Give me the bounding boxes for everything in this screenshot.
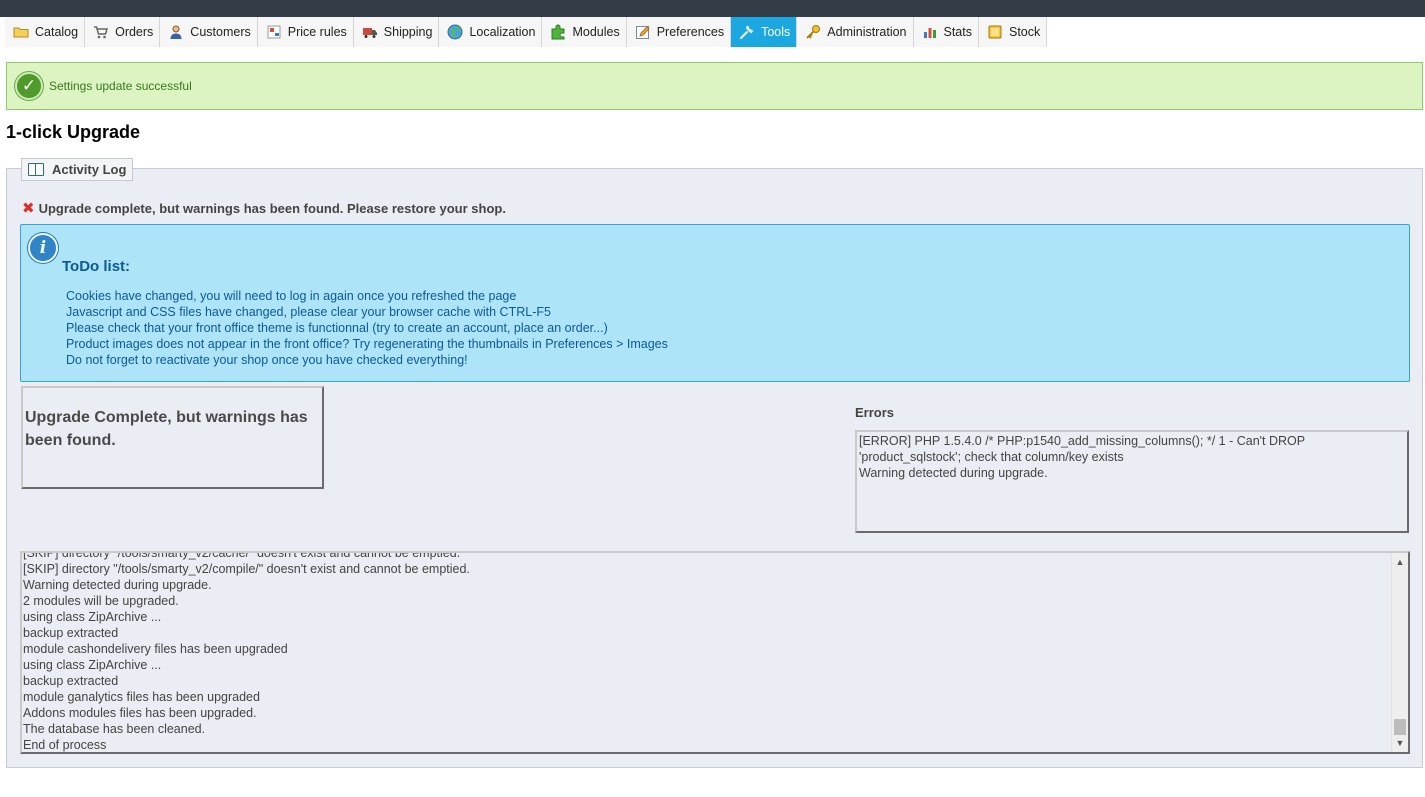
log-scrollbar[interactable]: ▲ ▼ — [1391, 553, 1408, 752]
tab-catalog[interactable]: Catalog — [5, 17, 86, 47]
upgrade-complete-box: Upgrade Complete, but warnings has been … — [21, 386, 324, 489]
tab-label: Catalog — [35, 25, 79, 39]
truck-icon — [362, 24, 378, 40]
tab-stock[interactable]: Stock — [979, 17, 1048, 47]
tab-label: Customers — [190, 25, 251, 39]
errors-box[interactable]: [ERROR] PHP 1.5.4.0 /* PHP:p1540_add_mis… — [855, 430, 1409, 533]
todo-list: Cookies have changed, you will need to l… — [66, 288, 668, 368]
tab-label: Localization — [469, 25, 536, 39]
upgrade-status: ✖ Upgrade complete, but warnings has bee… — [22, 201, 506, 216]
log-line: The database has been cleaned. — [23, 722, 206, 736]
tab-shipping[interactable]: Shipping — [353, 17, 440, 47]
folder-icon — [13, 24, 29, 40]
log-line: [SKIP] directory "/tools/smarty_v2/compi… — [23, 562, 470, 576]
todo-item: Please check that your front office them… — [66, 321, 608, 335]
log-line: backup extracted — [23, 626, 119, 640]
activity-log-legend: Activity Log — [21, 158, 134, 181]
log-lines: [SKIP] directory "/tools/smarty_v2/cache… — [23, 551, 470, 752]
user-icon — [168, 24, 184, 40]
cart-icon — [93, 24, 109, 40]
bar-chart-icon — [922, 24, 938, 40]
upgrade-status-text: Upgrade complete, but warnings has been … — [38, 201, 506, 216]
legend-label: Activity Log — [52, 162, 127, 177]
price-tag-icon — [266, 24, 282, 40]
page-title: 1-click Upgrade — [6, 122, 141, 142]
tab-label: Shipping — [383, 25, 433, 39]
scroll-down-arrow-icon[interactable]: ▼ — [1392, 735, 1408, 751]
checkmark-icon: ✓ — [15, 72, 43, 100]
info-icon: i — [28, 233, 58, 263]
tab-customers[interactable]: Customers — [160, 17, 258, 47]
tab-label: Administration — [827, 25, 907, 39]
error-line: Warning detected during upgrade. — [859, 466, 1048, 480]
log-line: using class ZipArchive ... — [23, 658, 162, 672]
key-icon — [805, 24, 821, 40]
log-line: backup extracted — [23, 674, 119, 688]
tab-label: Preferences — [656, 25, 725, 39]
tab-label: Price rules — [287, 25, 347, 39]
log-line: using class ZipArchive ... — [23, 610, 162, 624]
tab-label: Stock — [1009, 25, 1041, 39]
top-bar — [0, 0, 1425, 17]
todo-item: Do not forget to reactivate your shop on… — [66, 353, 468, 367]
log-line: Addons modules files has been upgraded. — [23, 706, 257, 720]
todo-item: Cookies have changed, you will need to l… — [66, 289, 517, 303]
box-icon — [987, 24, 1003, 40]
todo-item: Product images does not appear in the fr… — [66, 337, 668, 351]
log-line: module ganalytics files has been upgrade… — [23, 690, 260, 704]
tab-stats[interactable]: Stats — [913, 17, 979, 47]
error-x-icon: ✖ — [22, 200, 35, 217]
log-line: 2 modules will be upgraded. — [23, 594, 179, 608]
scroll-up-arrow-icon[interactable]: ▲ — [1392, 554, 1408, 570]
tab-price-rules[interactable]: Price rules — [257, 17, 354, 47]
pencil-icon — [635, 24, 651, 40]
main-menu: Catalog Orders Customers Price rules Shi… — [5, 17, 1048, 47]
log-line: [SKIP] directory "/tools/smarty_v2/cache… — [23, 551, 461, 560]
scroll-thumb[interactable] — [1394, 719, 1406, 735]
todo-box: i ToDo list: Cookies have changed, you w… — [20, 224, 1410, 382]
wrench-icon — [739, 24, 755, 40]
tab-localization[interactable]: Localization — [439, 17, 543, 47]
todo-title: ToDo list: — [62, 258, 131, 275]
activity-log-panel: Activity Log ✖ Upgrade complete, but war… — [6, 158, 1423, 768]
tab-label: Orders — [115, 25, 154, 39]
tab-label: Tools — [761, 25, 791, 39]
tab-preferences[interactable]: Preferences — [626, 17, 732, 47]
puzzle-icon — [550, 24, 566, 40]
error-line: [ERROR] PHP 1.5.4.0 /* PHP:p1540_add_mis… — [859, 434, 1305, 464]
log-line: Warning detected during upgrade. — [23, 578, 212, 592]
tab-modules[interactable]: Modules — [542, 17, 627, 47]
tab-label: Stats — [943, 25, 973, 39]
globe-icon — [447, 24, 463, 40]
book-icon — [28, 163, 44, 176]
tab-orders[interactable]: Orders — [85, 17, 161, 47]
log-line: End of process — [23, 738, 107, 752]
success-message: Settings update successful — [49, 79, 192, 93]
tab-administration[interactable]: Administration — [797, 17, 914, 47]
errors-label: Errors — [855, 405, 895, 420]
tab-label: Modules — [572, 25, 620, 39]
success-alert: ✓ Settings update successful — [6, 62, 1423, 110]
todo-item: Javascript and CSS files have changed, p… — [66, 305, 551, 319]
tab-tools[interactable]: Tools — [731, 17, 798, 47]
log-line: module cashondelivery files has been upg… — [23, 642, 288, 656]
upgrade-log[interactable]: [SKIP] directory "/tools/smarty_v2/cache… — [20, 551, 1410, 754]
